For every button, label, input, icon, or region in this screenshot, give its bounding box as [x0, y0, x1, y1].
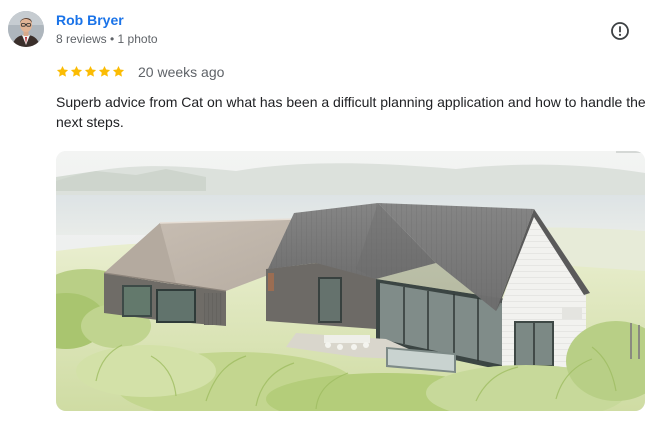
review-text: Superb advice from Cat on what has been …: [56, 94, 646, 130]
reviewer-avatar[interactable]: [8, 11, 44, 47]
star-rating: [56, 63, 125, 79]
review-card: Rob Bryer 8 reviews • 1 photo 20 weeks a…: [0, 0, 658, 424]
person-icon: [8, 11, 44, 47]
reviewer-name[interactable]: Rob Bryer: [56, 12, 124, 28]
report-review-button[interactable]: [605, 16, 635, 46]
reviewer-meta: 8 reviews • 1 photo: [56, 32, 158, 46]
star-icon: [112, 65, 125, 77]
house-photo-image: [56, 151, 645, 411]
star-icon: [56, 65, 69, 77]
review-date: 20 weeks ago: [138, 64, 225, 80]
review-photo[interactable]: [56, 151, 645, 411]
star-icon: [70, 65, 83, 77]
star-icon: [98, 65, 111, 77]
alert-circle-icon: [611, 22, 629, 40]
star-icon: [84, 65, 97, 77]
